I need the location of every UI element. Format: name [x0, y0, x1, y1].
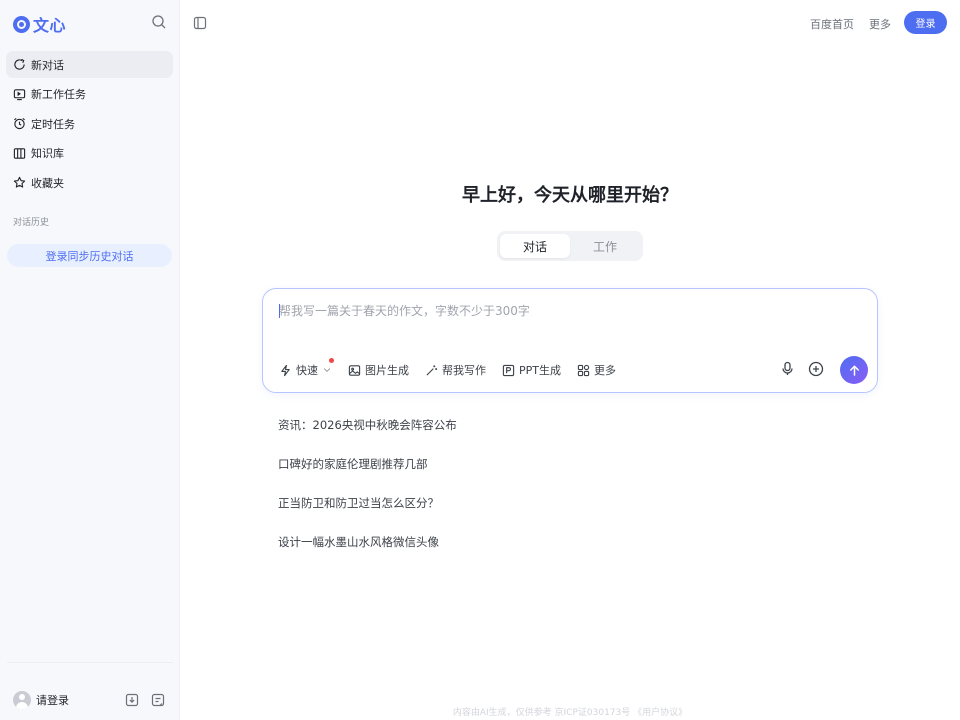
sidebar-item-label: 定时任务	[31, 117, 75, 131]
feedback-icon[interactable]	[151, 693, 165, 707]
logo-mark-icon	[13, 15, 30, 33]
sidebar-item-favorites[interactable]: 收藏夹	[6, 169, 173, 196]
tool-label: 帮我写作	[442, 364, 486, 377]
magic-wand-icon	[426, 364, 438, 376]
suggestion-list: 资讯：2026央视中秋晚会阵容公布 口碑好的家庭伦理剧推荐几部 正当防卫和防卫过…	[278, 417, 457, 573]
search-icon[interactable]	[151, 14, 167, 30]
task-icon	[13, 88, 26, 100]
download-icon[interactable]	[125, 693, 139, 707]
sidebar-item-knowledge-base[interactable]: 知识库	[6, 140, 173, 167]
tab-chat[interactable]: 对话	[500, 234, 570, 258]
baidu-home-link[interactable]: 百度首页	[810, 16, 854, 32]
image-generation-button[interactable]: 图片生成	[348, 362, 409, 378]
notification-dot	[329, 358, 334, 363]
sidebar-item-scheduled-task[interactable]: 定时任务	[6, 110, 173, 137]
writing-assistant-button[interactable]: 帮我写作	[425, 362, 486, 378]
tool-label: PPT生成	[519, 364, 561, 377]
more-tools-button[interactable]: 更多	[577, 362, 616, 378]
tool-label: 图片生成	[365, 364, 409, 377]
sync-history-button[interactable]: 登录同步历史对话	[7, 244, 172, 267]
library-icon	[13, 147, 26, 159]
alarm-clock-icon	[14, 117, 25, 130]
tool-label: 更多	[594, 364, 616, 377]
quick-mode-button[interactable]: 快速	[279, 358, 334, 378]
chat-input-box: 快速 图片生成 帮我写作 PPT生成	[262, 288, 878, 393]
chat-input[interactable]	[279, 301, 859, 321]
user-area: 请登录	[13, 689, 173, 711]
mode-switch: 对话 工作	[497, 231, 643, 261]
sidebar-toggle-icon[interactable]	[193, 16, 207, 30]
greeting-title: 早上好，今天从哪里开始？	[462, 185, 678, 206]
suggestion-item[interactable]: 设计一幅水墨山水风格微信头像	[278, 534, 457, 551]
send-button[interactable]	[840, 356, 868, 384]
suggestion-item[interactable]: 正当防卫和防卫过当怎么区分？	[278, 495, 457, 512]
add-circle-icon[interactable]	[808, 361, 824, 377]
ppt-generation-button[interactable]: PPT生成	[502, 362, 561, 378]
chevron-down-icon	[323, 368, 331, 373]
sidebar-item-label: 新对话	[31, 58, 64, 72]
sidebar-item-label: 新工作任务	[31, 88, 86, 101]
suggestion-item[interactable]: 资讯：2026央视中秋晚会阵容公布	[278, 417, 457, 434]
star-icon	[13, 176, 26, 188]
new-chat-icon	[14, 58, 25, 70]
sidebar: 文心 新对话 新工作任务 定时任务 知识库 收藏夹 对话历史 登录同步历史对话 …	[0, 0, 180, 720]
microphone-icon[interactable]	[780, 361, 795, 376]
logo[interactable]: 文心	[13, 12, 66, 36]
history-label: 对话历史	[13, 218, 50, 228]
sidebar-item-new-chat[interactable]: 新对话	[6, 51, 173, 78]
sidebar-item-new-task[interactable]: 新工作任务	[6, 81, 173, 108]
image-icon	[348, 364, 361, 376]
sidebar-item-label: 知识库	[31, 147, 64, 160]
apps-icon	[577, 364, 590, 376]
tool-label: 快速	[296, 364, 318, 377]
sidebar-item-label: 收藏夹	[31, 176, 64, 190]
tab-work[interactable]: 工作	[570, 234, 640, 258]
suggestion-item[interactable]: 口碑好的家庭伦理剧推荐几部	[278, 456, 457, 473]
login-button[interactable]: 登录	[904, 11, 947, 34]
arrow-up-icon	[849, 364, 859, 376]
sidebar-login-link[interactable]: 请登录	[36, 692, 69, 708]
input-toolbar: 快速 图片生成 帮我写作 PPT生成 更多	[279, 358, 632, 381]
logo-text: 文心	[33, 16, 67, 35]
more-link[interactable]: 更多	[869, 16, 891, 32]
text-caret	[279, 304, 280, 318]
ppt-icon	[502, 364, 515, 376]
footer-disclaimer: 内容由AI生成，仅供参考 京ICP证030173号 《用户协议》	[452, 708, 688, 718]
avatar[interactable]	[13, 691, 31, 709]
sidebar-menu: 新对话 新工作任务 定时任务 知识库 收藏夹	[6, 51, 173, 199]
sidebar-divider	[7, 662, 173, 663]
lightning-icon	[281, 364, 290, 376]
